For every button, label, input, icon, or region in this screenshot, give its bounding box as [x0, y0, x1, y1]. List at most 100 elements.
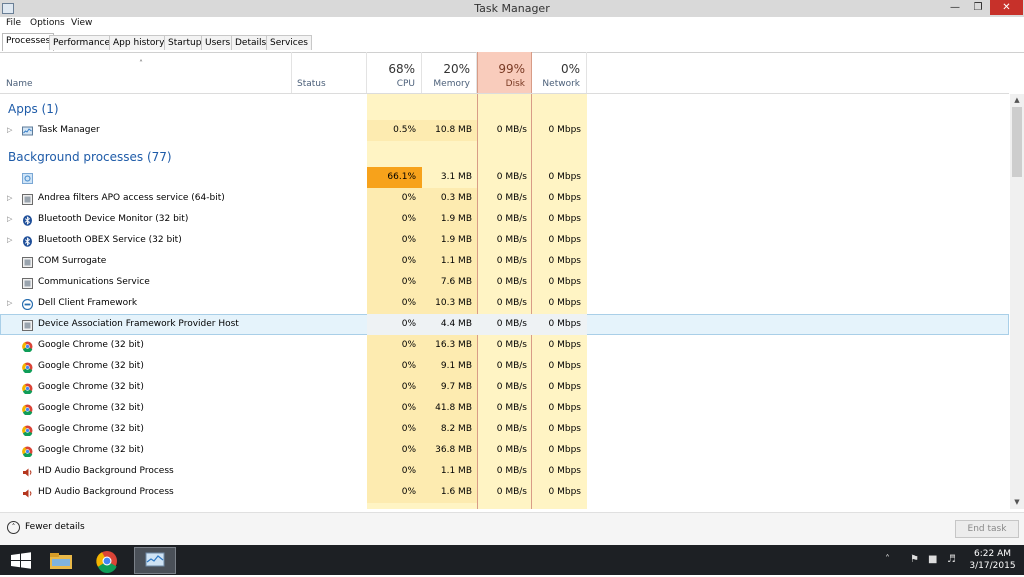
process-name: Google Chrome (32 bit): [38, 340, 144, 350]
table-row[interactable]: 66.1% 3.1 MB 0 MB/s 0 Mbps: [0, 167, 1009, 188]
cpu-value: 0%: [401, 193, 416, 203]
menu-bar: File Options View: [0, 17, 1024, 33]
table-row[interactable]: COM Surrogate 0% 1.1 MB 0 MB/s 0 Mbps: [0, 251, 1009, 272]
disk-value: 0 MB/s: [496, 125, 527, 135]
table-row[interactable]: Google Chrome (32 bit) 0% 16.3 MB 0 MB/s 0 M…: [0, 335, 1009, 356]
table-row[interactable]: ▷ Dell Client Framework 0% 10.3 MB 0 MB/s 0 M…: [0, 293, 1009, 314]
table-row[interactable]: Google Chrome (32 bit) 0% 41.8 MB 0 MB/s 0 M…: [0, 398, 1009, 419]
clock-date[interactable]: 3/17/2015: [965, 561, 1020, 571]
network-value: 0 Mbps: [548, 361, 581, 371]
scroll-up-arrow[interactable]: ▲: [1010, 96, 1024, 104]
show-hidden-icons[interactable]: ˄: [885, 554, 890, 565]
table-row[interactable]: Google Chrome (32 bit) 0% 9.1 MB 0 MB/s 0 Mb…: [0, 356, 1009, 377]
clock-time[interactable]: 6:22 AM: [965, 549, 1020, 559]
expand-arrow-icon[interactable]: ▷: [7, 188, 12, 209]
table-row[interactable]: Google Chrome (32 bit) 0% 36.8 MB 0 MB/s 0 M…: [0, 440, 1009, 461]
chrome-icon: [22, 445, 33, 458]
table-row[interactable]: ▷ Bluetooth Device Monitor (32 bit) 0% 1.9 …: [0, 209, 1009, 230]
disk-value: 0 MB/s: [496, 298, 527, 308]
memory-value: 3.1 MB: [440, 172, 472, 182]
task-manager-taskbar-icon[interactable]: [134, 547, 176, 574]
chrome-icon: [22, 361, 33, 374]
header-memory[interactable]: 20% Memory: [422, 52, 477, 93]
expand-arrow-icon[interactable]: ▷: [7, 120, 12, 141]
header-memory-pct: 20%: [443, 62, 470, 76]
header-disk[interactable]: 99% Disk: [477, 52, 532, 93]
scroll-down-arrow[interactable]: ▼: [1010, 498, 1024, 506]
speaker-icon: [22, 487, 33, 498]
memory-value: 1.1 MB: [440, 256, 472, 266]
maximize-button[interactable]: ❐: [967, 0, 989, 15]
cpu-value: 0%: [401, 319, 416, 329]
fewer-details-link[interactable]: Fewer details: [25, 522, 85, 532]
close-button[interactable]: ✕: [990, 0, 1023, 15]
tab-startup[interactable]: Startup: [164, 35, 206, 50]
minimize-button[interactable]: —: [944, 0, 966, 15]
expand-arrow-icon[interactable]: ▷: [7, 209, 12, 230]
cpu-value: 0%: [401, 445, 416, 455]
tab-performance[interactable]: Performance: [49, 35, 115, 50]
network-value: 0 Mbps: [548, 193, 581, 203]
table-row[interactable]: Device Association Framework Provider Ho…: [0, 314, 1009, 335]
header-network[interactable]: 0% Network: [532, 52, 587, 93]
cpu-value: 0%: [401, 298, 416, 308]
menu-file[interactable]: File: [6, 18, 21, 28]
process-name: Google Chrome (32 bit): [38, 382, 144, 392]
network-value: 0 Mbps: [548, 340, 581, 350]
scroll-thumb[interactable]: [1012, 107, 1022, 177]
network-value: 0 Mbps: [548, 277, 581, 287]
network-signal-icon[interactable]: ■: [928, 554, 937, 565]
memory-value: 1.6 MB: [440, 487, 472, 497]
volume-icon[interactable]: ♬: [947, 554, 956, 565]
table-row[interactable]: Google Chrome (32 bit) 0% 8.2 MB 0 MB/s 0 Mb…: [0, 419, 1009, 440]
end-task-button[interactable]: End task: [955, 520, 1019, 538]
network-value: 0 Mbps: [548, 403, 581, 413]
action-center-icon[interactable]: ⚑: [910, 554, 919, 565]
header-cpu[interactable]: 68% CPU: [367, 52, 422, 93]
network-value: 0 Mbps: [548, 125, 581, 135]
menu-view[interactable]: View: [71, 18, 92, 28]
tab-services[interactable]: Services: [266, 35, 312, 50]
disk-value: 0 MB/s: [496, 172, 527, 182]
tab-details[interactable]: Details: [231, 35, 271, 50]
cpu-value: 0%: [401, 487, 416, 497]
column-header: ˄ Name Status 68% CPU 20% Memory 99% Dis…: [0, 52, 1009, 94]
header-status-label: Status: [297, 79, 326, 89]
file-explorer-icon[interactable]: [42, 547, 80, 574]
disk-value: 0 MB/s: [496, 487, 527, 497]
tab-users[interactable]: Users: [201, 35, 235, 50]
expand-arrow-icon[interactable]: ▷: [7, 293, 12, 314]
chrome-icon: [22, 424, 33, 437]
bluetooth-icon: [22, 214, 33, 226]
table-row[interactable]: ▷ Task Manager 0.5% 10.8 MB 0 MB/s 0 Mbps: [0, 120, 1009, 141]
menu-options[interactable]: Options: [30, 18, 65, 28]
expand-arrow-icon[interactable]: ▷: [7, 230, 12, 251]
cpu-value: 0%: [401, 277, 416, 287]
disk-value: 0 MB/s: [496, 424, 527, 434]
header-name-label: Name: [6, 79, 33, 89]
network-value: 0 Mbps: [548, 256, 581, 266]
header-cpu-pct: 68%: [388, 62, 415, 76]
start-button[interactable]: [2, 547, 40, 574]
process-name: Andrea filters APO access service (64-bi…: [38, 193, 225, 203]
cpu-value: 0%: [401, 466, 416, 476]
tab-app-history[interactable]: App history: [109, 35, 169, 50]
group-header-label: Background processes (77): [8, 150, 172, 164]
chevron-up-icon[interactable]: ˄: [7, 521, 20, 534]
table-row[interactable]: HD Audio Background Process 0% 1.6 MB 0 MB/…: [0, 482, 1009, 503]
disk-value: 0 MB/s: [496, 361, 527, 371]
header-name[interactable]: ˄ Name: [0, 52, 292, 93]
tab-processes[interactable]: Processes: [2, 33, 55, 51]
process-name: HD Audio Background Process: [38, 487, 174, 497]
process-name: Google Chrome (32 bit): [38, 361, 144, 371]
table-row[interactable]: Google Chrome (32 bit) 0% 9.7 MB 0 MB/s 0 Mb…: [0, 377, 1009, 398]
table-row[interactable]: Communications Service 0% 7.6 MB 0 MB/s 0 Mb…: [0, 272, 1009, 293]
chrome-taskbar-icon[interactable]: [88, 547, 126, 574]
header-status[interactable]: Status: [292, 52, 367, 93]
cpu-value: 0%: [401, 256, 416, 266]
memory-value: 4.4 MB: [440, 319, 472, 329]
table-row[interactable]: ▷ Bluetooth OBEX Service (32 bit) 0% 1.9 MB…: [0, 230, 1009, 251]
tab-bar: Processes Performance App history Startu…: [0, 33, 1024, 53]
table-row[interactable]: HD Audio Background Process 0% 1.1 MB 0 MB/…: [0, 461, 1009, 482]
table-row[interactable]: ▷ Andrea filters APO access service (64-b…: [0, 188, 1009, 209]
